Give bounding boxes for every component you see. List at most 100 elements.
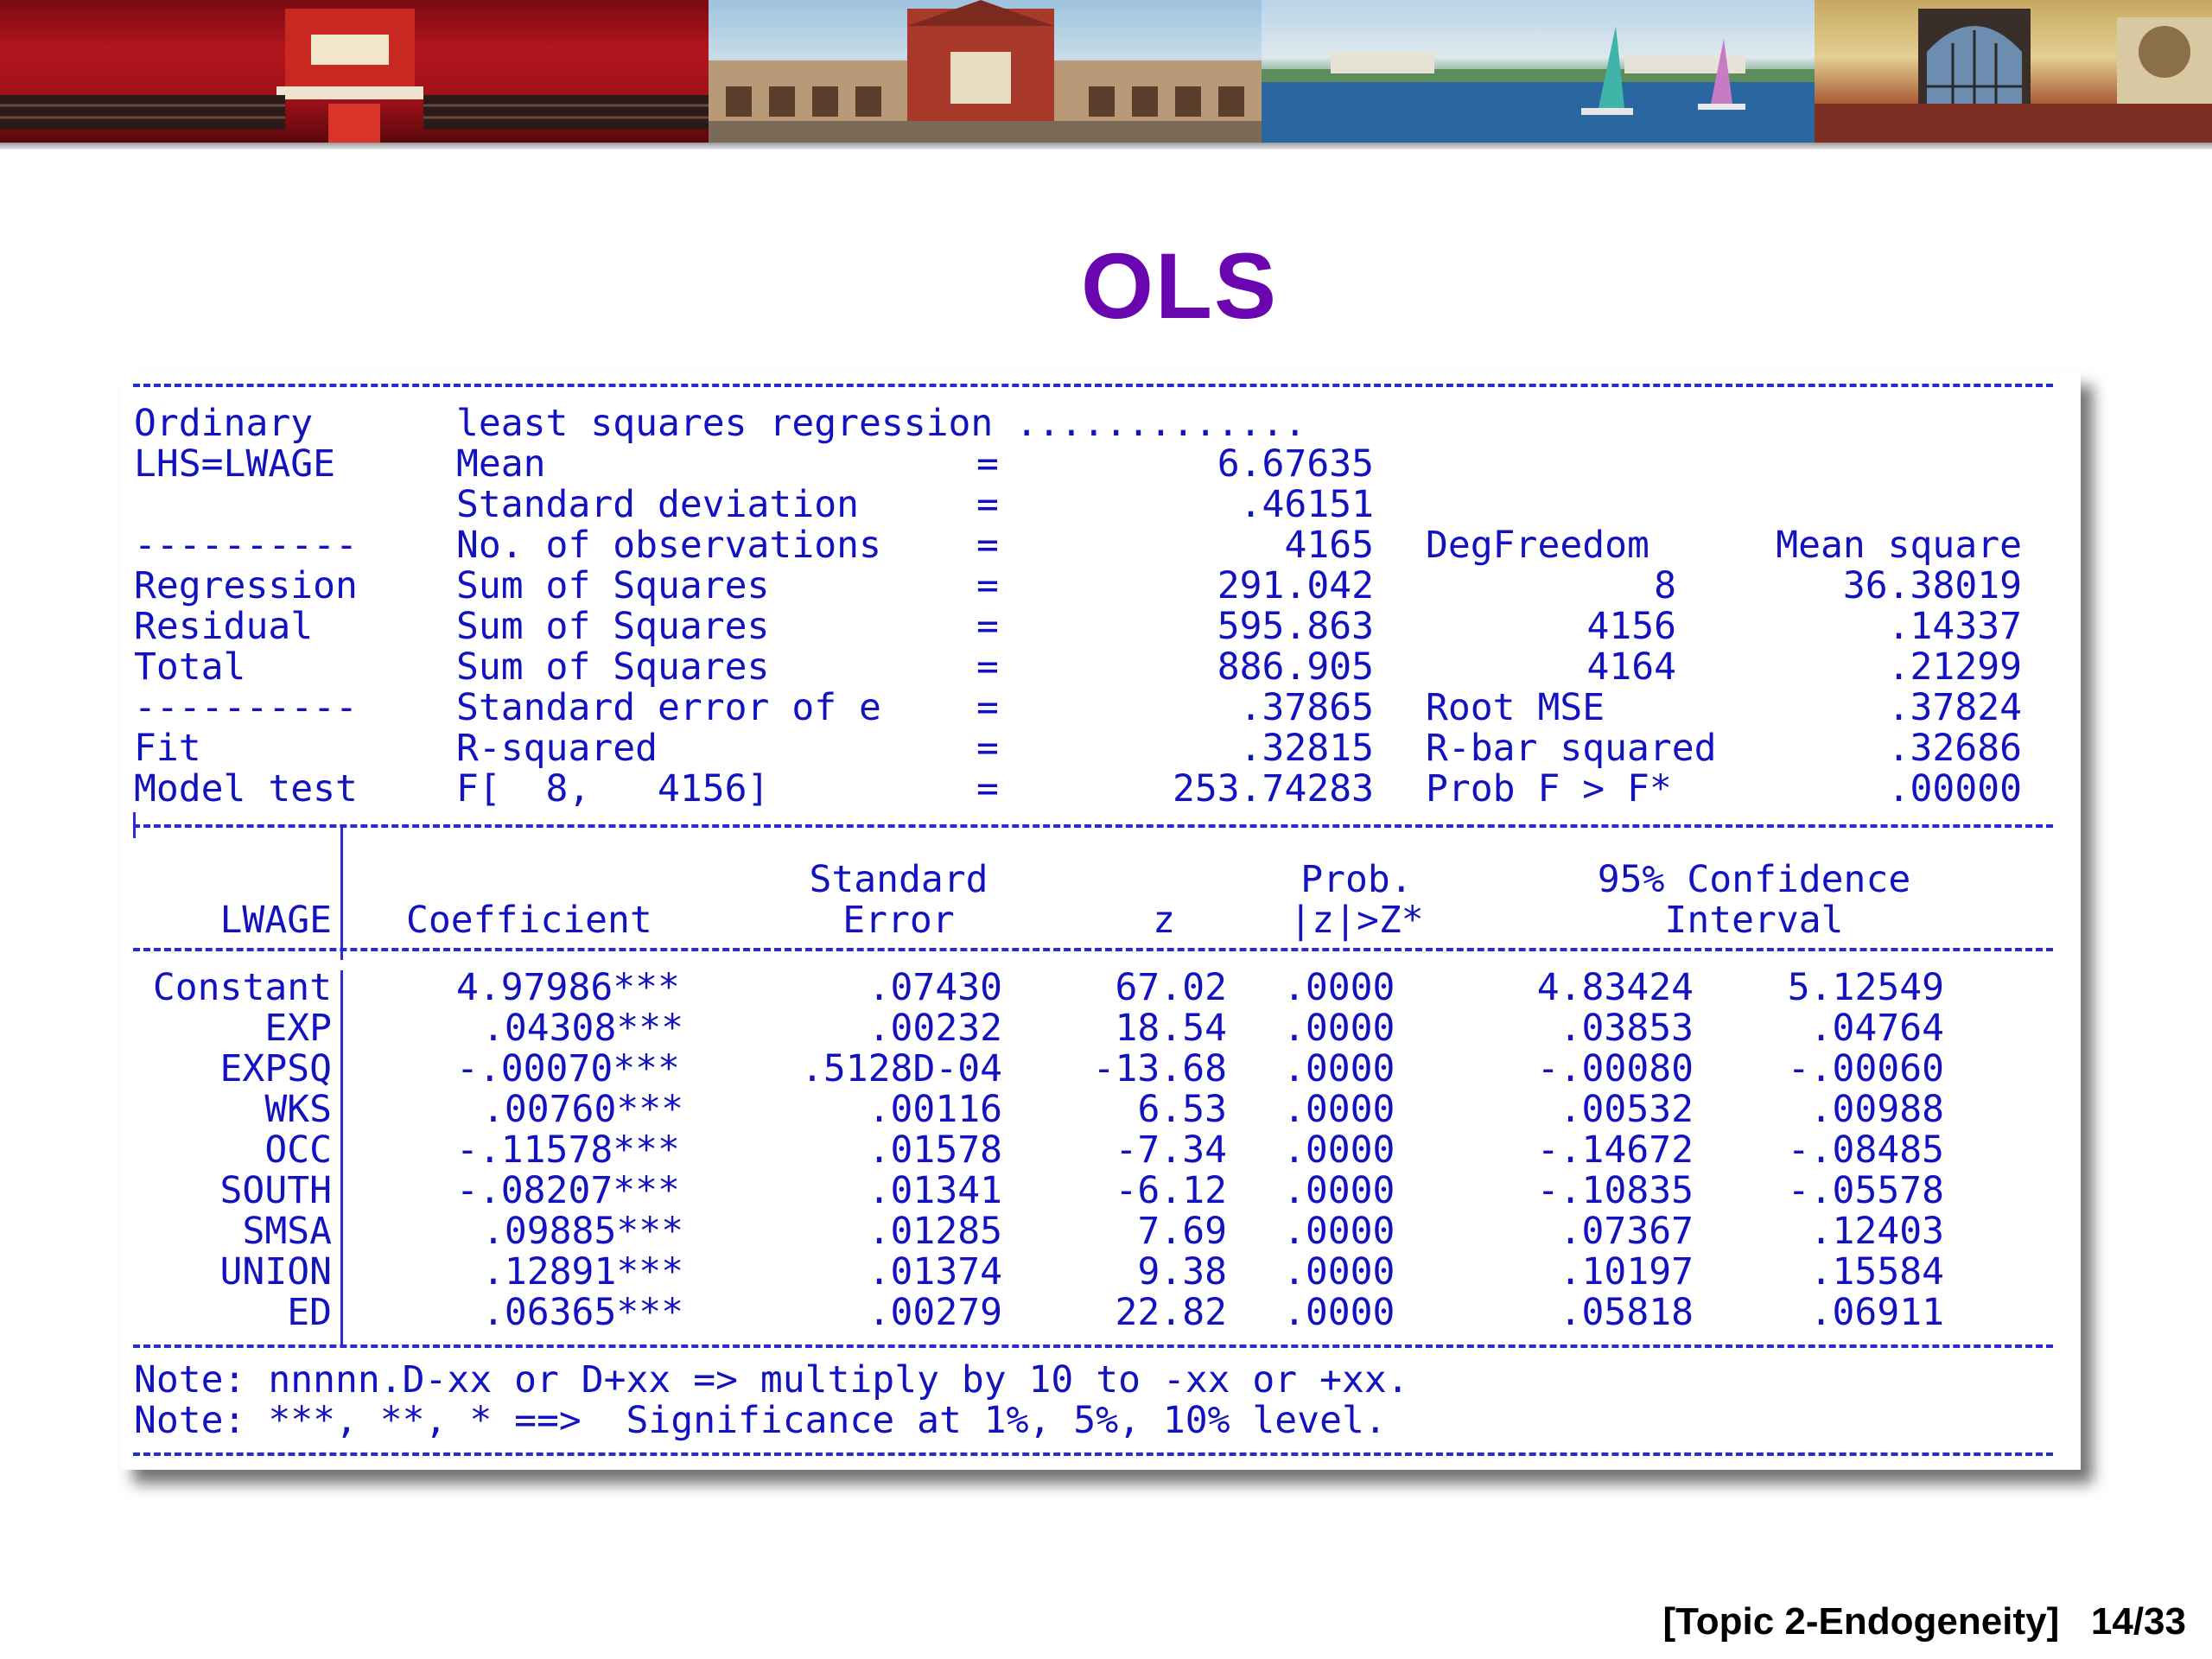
note-exponent: Note: nnnnn.D-xx or D+xx => multiply by … bbox=[134, 1358, 1409, 1402]
summary-eq-7: = bbox=[976, 686, 999, 729]
summary-df-9: Prob F > F* bbox=[1426, 767, 1672, 810]
row-coefficient: -.08207*** bbox=[456, 1169, 680, 1212]
header-prob: Prob. bbox=[1300, 858, 1413, 901]
banner-photo-chapel-interior bbox=[1815, 0, 2212, 143]
rule-top bbox=[133, 384, 2053, 387]
row-ci-high: -.00060 bbox=[1787, 1047, 1944, 1090]
summary-ms-header: Mean square bbox=[1776, 524, 2022, 567]
row-variable: Constant bbox=[152, 966, 332, 1009]
row-variable: EXPSQ bbox=[219, 1047, 332, 1090]
summary-label-0: least squares regression ............. bbox=[456, 402, 1306, 445]
summary-value-5: 595.863 bbox=[1217, 605, 1374, 648]
row-coefficient: .09885*** bbox=[482, 1210, 683, 1253]
column-divider-header bbox=[340, 826, 343, 960]
banner-divider bbox=[0, 143, 2212, 149]
row-std-error: .07430 bbox=[868, 966, 1002, 1009]
summary-df-8: R-bar squared bbox=[1426, 727, 1717, 770]
note-significance: Note: ***, **, * ==> Significance at 1%,… bbox=[134, 1399, 1387, 1442]
summary-label-6: Sum of Squares bbox=[456, 645, 770, 689]
header-error: Error bbox=[842, 899, 955, 942]
row-variable: ED bbox=[287, 1291, 332, 1334]
summary-ms-4: 36.38019 bbox=[1842, 564, 2022, 607]
row-ci-high: 5.12549 bbox=[1787, 966, 1944, 1009]
banner-photo-campus-building bbox=[709, 0, 1262, 143]
summary-label-4: Sum of Squares bbox=[456, 564, 770, 607]
summary-eq-8: = bbox=[976, 727, 999, 770]
row-z: 7.69 bbox=[1137, 1210, 1227, 1253]
row-ci-low: .05818 bbox=[1559, 1291, 1694, 1334]
summary-ms-7: .37824 bbox=[1887, 686, 2022, 729]
row-z: -13.68 bbox=[1092, 1047, 1227, 1090]
summary-left-1: LHS=LWAGE bbox=[134, 442, 335, 486]
summary-left-0: Ordinary bbox=[134, 402, 314, 445]
row-std-error: .00116 bbox=[868, 1088, 1002, 1131]
row-prob: .0000 bbox=[1283, 1047, 1395, 1090]
summary-ms-9: .00000 bbox=[1887, 767, 2022, 810]
rule-left-tick bbox=[133, 812, 136, 838]
header-lwage: LWAGE bbox=[219, 899, 332, 942]
summary-left-9: Model test bbox=[134, 767, 358, 810]
summary-label-3: No. of observations bbox=[456, 524, 881, 567]
summary-df-6: 4164 bbox=[1586, 645, 1676, 689]
row-ci-high: .04764 bbox=[1809, 1007, 1944, 1050]
summary-df-4: 8 bbox=[1654, 564, 1676, 607]
row-variable: EXP bbox=[264, 1007, 332, 1050]
row-ci-high: .12403 bbox=[1809, 1210, 1944, 1253]
regression-output-panel: Ordinary least squares regression ......… bbox=[121, 372, 2081, 1470]
summary-left-4: Regression bbox=[134, 564, 358, 607]
row-std-error: .5128D-04 bbox=[801, 1047, 1002, 1090]
row-variable: UNION bbox=[219, 1250, 332, 1294]
row-variable: SMSA bbox=[242, 1210, 332, 1253]
row-ci-low: -.00080 bbox=[1536, 1047, 1694, 1090]
row-z: 6.53 bbox=[1137, 1088, 1227, 1131]
header-prob-z: |z|>Z* bbox=[1289, 899, 1424, 942]
row-ci-low: .00532 bbox=[1559, 1088, 1694, 1131]
row-std-error: .00232 bbox=[868, 1007, 1002, 1050]
summary-label-5: Sum of Squares bbox=[456, 605, 770, 648]
row-coefficient: .06365*** bbox=[482, 1291, 683, 1334]
row-coefficient: .12891*** bbox=[482, 1250, 683, 1294]
summary-value-8: .32815 bbox=[1239, 727, 1374, 770]
column-divider-body bbox=[340, 970, 343, 1344]
summary-eq-1: = bbox=[976, 442, 999, 486]
row-variable: WKS bbox=[264, 1088, 332, 1131]
row-prob: .0000 bbox=[1283, 1169, 1395, 1212]
row-ci-high: .06911 bbox=[1809, 1291, 1944, 1334]
row-variable: OCC bbox=[264, 1128, 332, 1172]
header-z: z bbox=[1153, 899, 1175, 942]
row-ci-low: .03853 bbox=[1559, 1007, 1694, 1050]
row-std-error: .00279 bbox=[868, 1291, 1002, 1334]
row-z: 22.82 bbox=[1115, 1291, 1227, 1334]
summary-ms-6: .21299 bbox=[1887, 645, 2022, 689]
banner-photo-auditorium bbox=[0, 0, 709, 143]
summary-label-9: F[ 8, 4156] bbox=[456, 767, 770, 810]
summary-df-header: DegFreedom bbox=[1426, 524, 1649, 567]
header-confidence: 95% Confidence bbox=[1597, 858, 1911, 901]
slide-title: OLS bbox=[1080, 233, 1278, 338]
summary-eq-2: = bbox=[976, 483, 999, 526]
summary-df-5: 4156 bbox=[1586, 605, 1676, 648]
rule-header-top bbox=[133, 824, 2053, 828]
row-prob: .0000 bbox=[1283, 1007, 1395, 1050]
rule-body-bottom bbox=[133, 1344, 2053, 1348]
row-ci-high: -.08485 bbox=[1787, 1128, 1944, 1172]
row-prob: .0000 bbox=[1283, 1088, 1395, 1131]
row-std-error: .01341 bbox=[868, 1169, 1002, 1212]
rule-header-bottom bbox=[133, 948, 2053, 951]
row-coefficient: .04308*** bbox=[482, 1007, 683, 1050]
summary-ms-8: .32686 bbox=[1887, 727, 2022, 770]
header-interval: Interval bbox=[1664, 899, 1844, 942]
summary-left-5: Residual bbox=[134, 605, 314, 648]
row-z: -7.34 bbox=[1115, 1128, 1227, 1172]
row-coefficient: -.11578*** bbox=[456, 1128, 680, 1172]
summary-value-3: 4165 bbox=[1284, 524, 1374, 567]
row-std-error: .01285 bbox=[868, 1210, 1002, 1253]
summary-eq-3: = bbox=[976, 524, 999, 567]
summary-eq-5: = bbox=[976, 605, 999, 648]
summary-df-7: Root MSE bbox=[1426, 686, 1605, 729]
row-ci-low: 4.83424 bbox=[1536, 966, 1694, 1009]
summary-ms-5: .14337 bbox=[1887, 605, 2022, 648]
row-prob: .0000 bbox=[1283, 1291, 1395, 1334]
row-z: -6.12 bbox=[1115, 1169, 1227, 1212]
header-standard: Standard bbox=[809, 858, 988, 901]
